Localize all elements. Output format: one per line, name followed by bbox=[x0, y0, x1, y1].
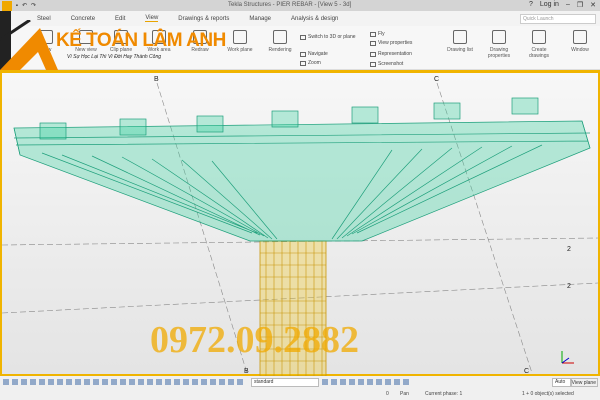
snap-icon[interactable] bbox=[219, 379, 225, 385]
snap-icon[interactable] bbox=[21, 379, 27, 385]
snap-icon[interactable] bbox=[192, 379, 198, 385]
filter-icon[interactable] bbox=[322, 379, 328, 385]
snap-icon[interactable] bbox=[201, 379, 207, 385]
title-bar: ▪ ↶ ↷ Tekla Structures - PIER REBAR - [Vie… bbox=[0, 0, 600, 11]
tab-concrete[interactable]: Concrete bbox=[71, 16, 95, 22]
grid-label: B bbox=[154, 76, 159, 83]
tab-drawings[interactable]: Drawings & reports bbox=[178, 16, 229, 22]
work-plane-button[interactable]: Work plane bbox=[225, 26, 255, 53]
representation-button[interactable]: Representation bbox=[370, 51, 412, 57]
drawing-list-button[interactable]: Drawing list bbox=[444, 26, 476, 53]
filter-icon[interactable] bbox=[331, 379, 337, 385]
snap-icon[interactable] bbox=[111, 379, 117, 385]
grid-label: B bbox=[244, 368, 249, 375]
filter-icon[interactable] bbox=[358, 379, 364, 385]
filter-icon[interactable] bbox=[385, 379, 391, 385]
login-button[interactable]: Log in bbox=[540, 1, 559, 9]
snap-icon[interactable] bbox=[210, 379, 216, 385]
bottom-toolbar: standard Auto View plane bbox=[0, 376, 600, 388]
tab-view[interactable]: View bbox=[145, 15, 159, 22]
rendering-button[interactable]: Rendering bbox=[265, 26, 295, 53]
window-button[interactable]: Window bbox=[566, 26, 594, 53]
drawing-properties-button[interactable]: Drawing properties bbox=[484, 26, 514, 59]
status-bar: 0 Pan Current phase: 1 1 + 0 object(s) s… bbox=[0, 388, 600, 400]
filter-icon[interactable] bbox=[376, 379, 382, 385]
snap-icon[interactable] bbox=[48, 379, 54, 385]
snap-icon[interactable] bbox=[75, 379, 81, 385]
window-title: Tekla Structures - PIER REBAR - [View 5 … bbox=[228, 2, 352, 8]
fly-button[interactable]: Fly bbox=[370, 31, 385, 37]
snap-icon[interactable] bbox=[93, 379, 99, 385]
axis-icon bbox=[561, 351, 574, 364]
tab-manage[interactable]: Manage bbox=[249, 16, 271, 22]
close-button[interactable]: ✕ bbox=[590, 1, 596, 9]
watermark-logo-icon bbox=[0, 20, 58, 70]
watermark-phone: 0972.09.2882 bbox=[150, 319, 359, 361]
grid-label: C bbox=[524, 368, 529, 375]
zoom-button[interactable]: Zoom bbox=[300, 60, 321, 66]
snap-icon[interactable] bbox=[84, 379, 90, 385]
snap-icon[interactable] bbox=[174, 379, 180, 385]
quick-launch-input[interactable]: Quick Launch bbox=[520, 14, 596, 24]
snap-icon[interactable] bbox=[30, 379, 36, 385]
snap-icon[interactable] bbox=[183, 379, 189, 385]
menu-tabs: Steel Concrete Edit View Drawings & repo… bbox=[0, 11, 600, 26]
filter-icon[interactable] bbox=[349, 379, 355, 385]
filter-icon[interactable] bbox=[394, 379, 400, 385]
redo-icon[interactable]: ↷ bbox=[31, 2, 36, 9]
snap-icon[interactable] bbox=[228, 379, 234, 385]
navigate-button[interactable]: Navigate bbox=[300, 51, 328, 57]
watermark-slogan: Vì Sự Học Lại Thì Vì Đời Hay Thành Công bbox=[67, 54, 162, 60]
screenshot-button[interactable]: Screenshot bbox=[370, 61, 403, 67]
selection-filter-select[interactable]: standard bbox=[251, 377, 319, 387]
switch-3d-button[interactable]: Switch to 3D or plane bbox=[300, 34, 356, 40]
view-properties-button[interactable]: View properties bbox=[370, 40, 412, 46]
snap-icon[interactable] bbox=[12, 379, 18, 385]
grid-label: 2 bbox=[567, 283, 571, 290]
grid-label: C bbox=[434, 76, 439, 83]
grid-label: 2 bbox=[567, 246, 571, 253]
snap-icon[interactable] bbox=[129, 379, 135, 385]
tab-analysis[interactable]: Analysis & design bbox=[291, 16, 338, 22]
watermark-brand: KẾ TOÁN LÂM ANH bbox=[56, 30, 226, 51]
restore-button[interactable]: ❐ bbox=[577, 1, 583, 9]
snap-icon[interactable] bbox=[39, 379, 45, 385]
snap-icon[interactable] bbox=[147, 379, 153, 385]
minimize-button[interactable]: – bbox=[566, 1, 570, 9]
snap-icon[interactable] bbox=[165, 379, 171, 385]
filter-icon[interactable] bbox=[403, 379, 409, 385]
quick-access: ▪ ↶ ↷ bbox=[0, 0, 36, 11]
undo-icon[interactable]: ↶ bbox=[22, 2, 27, 9]
filter-icon[interactable] bbox=[367, 379, 373, 385]
status-count: 0 bbox=[386, 391, 389, 397]
snap-icon[interactable] bbox=[66, 379, 72, 385]
snap-icon[interactable] bbox=[156, 379, 162, 385]
snap-icon[interactable] bbox=[138, 379, 144, 385]
filter-icon[interactable] bbox=[340, 379, 346, 385]
view-plane-button[interactable]: View plane bbox=[569, 377, 598, 387]
pier-cap-rebar bbox=[13, 97, 591, 242]
app-logo bbox=[2, 0, 12, 11]
status-phase: Current phase: 1 bbox=[425, 391, 463, 397]
snap-icon[interactable] bbox=[120, 379, 126, 385]
status-mode: Pan bbox=[400, 391, 409, 397]
snap-icon[interactable] bbox=[237, 379, 243, 385]
snap-icon[interactable] bbox=[57, 379, 63, 385]
save-icon[interactable]: ▪ bbox=[16, 3, 18, 9]
status-selected: 1 + 0 object(s) selected bbox=[522, 391, 574, 397]
help-button[interactable]: ? bbox=[529, 1, 533, 9]
select-tool-icon[interactable] bbox=[3, 379, 9, 385]
create-drawings-button[interactable]: Create drawings bbox=[524, 26, 554, 59]
tab-edit[interactable]: Edit bbox=[115, 16, 125, 22]
snap-icon[interactable] bbox=[102, 379, 108, 385]
